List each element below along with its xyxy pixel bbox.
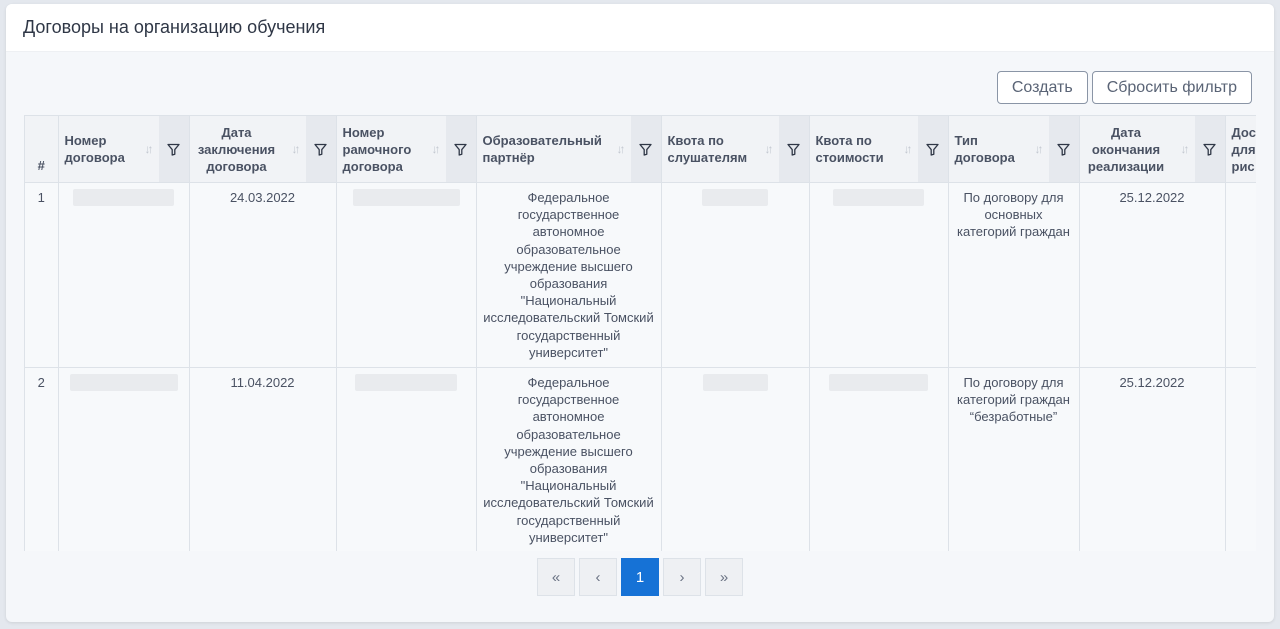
table-header-row: # Номер договора ↓↑ Дата заключения дого… [25, 116, 1256, 183]
contract-type-cell: По договору для основных категорий гражд… [948, 182, 1080, 369]
create-button[interactable]: Создать [996, 71, 1088, 104]
page-button-current[interactable]: 1 [621, 558, 659, 596]
column-label: Номер рамочного договора [342, 124, 412, 174]
filter-icon[interactable] [305, 116, 336, 182]
filter-icon[interactable] [778, 116, 809, 182]
redacted-value [352, 189, 460, 206]
cost-quota-cell [809, 367, 949, 551]
row-index: 2 [25, 367, 59, 551]
column-header-index: # [25, 116, 59, 183]
pagination: « ‹ 1 › » [6, 558, 1274, 596]
column-header-contract-type: Тип договора ↓↑ [948, 116, 1080, 183]
column-header-truncated: Дос для рис [1225, 116, 1256, 183]
cost-quota-cell [809, 182, 949, 369]
filter-icon[interactable] [445, 116, 476, 182]
sort-icon[interactable]: ↓↑ [424, 116, 446, 182]
truncated-cell [1225, 367, 1256, 551]
truncated-cell [1225, 182, 1256, 369]
sort-icon[interactable]: ↓↑ [137, 116, 159, 182]
column-label: # [37, 158, 45, 173]
next-page-button[interactable]: › [663, 558, 701, 596]
last-page-button[interactable]: » [705, 558, 743, 596]
row-index: 1 [25, 182, 59, 369]
sort-icon[interactable]: ↓↑ [1027, 116, 1049, 182]
conclusion-date-cell: 11.04.2022 [189, 367, 337, 551]
column-header-contract-number: Номер договора ↓↑ [58, 116, 190, 183]
contract-number-cell [58, 367, 190, 551]
panel-header: Договоры на организацию обучения [6, 4, 1274, 52]
filter-icon[interactable] [917, 116, 948, 182]
redacted-value [829, 374, 928, 392]
sort-icon[interactable]: ↓↑ [757, 116, 779, 182]
contract-type-cell: По договору для категорий граждан “безра… [948, 367, 1080, 551]
column-header-framework-number: Номер рамочного договора ↓↑ [336, 116, 477, 183]
table-row[interactable]: 2 11.04.2022 Федеральное государственное… [25, 367, 1256, 551]
column-header-end-date: Дата окончания реализации ↓↑ [1079, 116, 1226, 183]
end-date-cell: 25.12.2022 [1079, 367, 1226, 551]
contracts-panel: Договоры на организацию обучения Создать… [6, 4, 1274, 622]
redacted-value [702, 189, 768, 206]
framework-number-cell [336, 367, 477, 551]
first-page-button[interactable]: « [537, 558, 575, 596]
column-label: Тип договора [954, 133, 1015, 165]
contracts-table-wrapper[interactable]: # Номер договора ↓↑ Дата заключения дого… [24, 115, 1256, 551]
sort-icon[interactable]: ↓↑ [609, 116, 631, 182]
column-header-conclusion-date: Дата заключения договора ↓↑ [189, 116, 337, 183]
end-date-cell: 25.12.2022 [1079, 182, 1226, 369]
column-header-educational-partner: Образовательный партнёр ↓↑ [476, 116, 662, 183]
listener-quota-cell [661, 367, 810, 551]
column-label: Образовательный партнёр [482, 133, 602, 165]
column-label: Дата заключения договора [197, 124, 276, 174]
listener-quota-cell [661, 182, 810, 369]
column-label: Номер договора [64, 133, 125, 165]
redacted-value [73, 189, 174, 206]
table-row[interactable]: 1 24.03.2022 Федеральное государственное… [25, 182, 1256, 369]
column-label: Квота по стоимости [815, 133, 884, 165]
filter-icon[interactable] [630, 116, 661, 182]
contract-number-cell [58, 182, 190, 369]
column-label: Дата окончания реализации [1087, 124, 1165, 174]
column-header-listener-quota: Квота по слушателям ↓↑ [661, 116, 810, 183]
conclusion-date-cell: 24.03.2022 [189, 182, 337, 369]
filter-icon[interactable] [1194, 116, 1225, 182]
prev-page-button[interactable]: ‹ [579, 558, 617, 596]
partner-cell: Федеральное государственное автономное о… [476, 367, 662, 551]
filter-icon[interactable] [158, 116, 189, 182]
column-label: Дос для рис [1231, 124, 1256, 174]
contracts-table: # Номер договора ↓↑ Дата заключения дого… [25, 116, 1256, 551]
framework-number-cell [336, 182, 477, 369]
toolbar: Создать Сбросить фильтр [996, 71, 1252, 104]
sort-icon[interactable]: ↓↑ [1173, 116, 1195, 182]
redacted-value [355, 374, 457, 392]
filter-icon[interactable] [1048, 116, 1079, 182]
sort-icon[interactable]: ↓↑ [896, 116, 918, 182]
partner-cell: Федеральное государственное автономное о… [476, 182, 662, 369]
redacted-value [833, 189, 924, 206]
reset-filter-button[interactable]: Сбросить фильтр [1091, 71, 1252, 104]
column-label: Квота по слушателям [667, 133, 748, 165]
page-title: Договоры на организацию обучения [23, 17, 326, 37]
sort-icon[interactable]: ↓↑ [284, 116, 306, 182]
column-header-cost-quota: Квота по стоимости ↓↑ [809, 116, 949, 183]
redacted-value [702, 374, 768, 392]
redacted-value [69, 374, 178, 392]
